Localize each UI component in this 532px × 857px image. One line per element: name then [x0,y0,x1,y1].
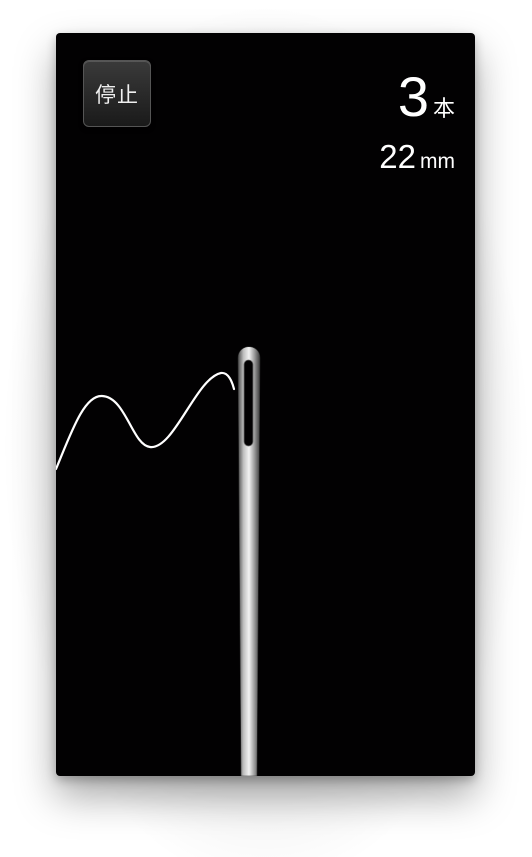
thread-length-unit: mm [420,150,455,173]
stop-button[interactable]: 停止 [83,60,151,127]
thread-length: 22 mm [379,140,455,174]
thread-count-value: 3 [397,65,429,128]
thread-count: 3 本 [398,69,455,125]
game-screen[interactable]: 停止 3 本 22 mm [56,33,475,776]
needle-eye[interactable] [243,359,254,447]
needle-icon [237,346,261,776]
thread-count-unit: 本 [432,97,455,122]
thread-icon [56,371,236,471]
thread-length-value: 22 [379,138,416,175]
